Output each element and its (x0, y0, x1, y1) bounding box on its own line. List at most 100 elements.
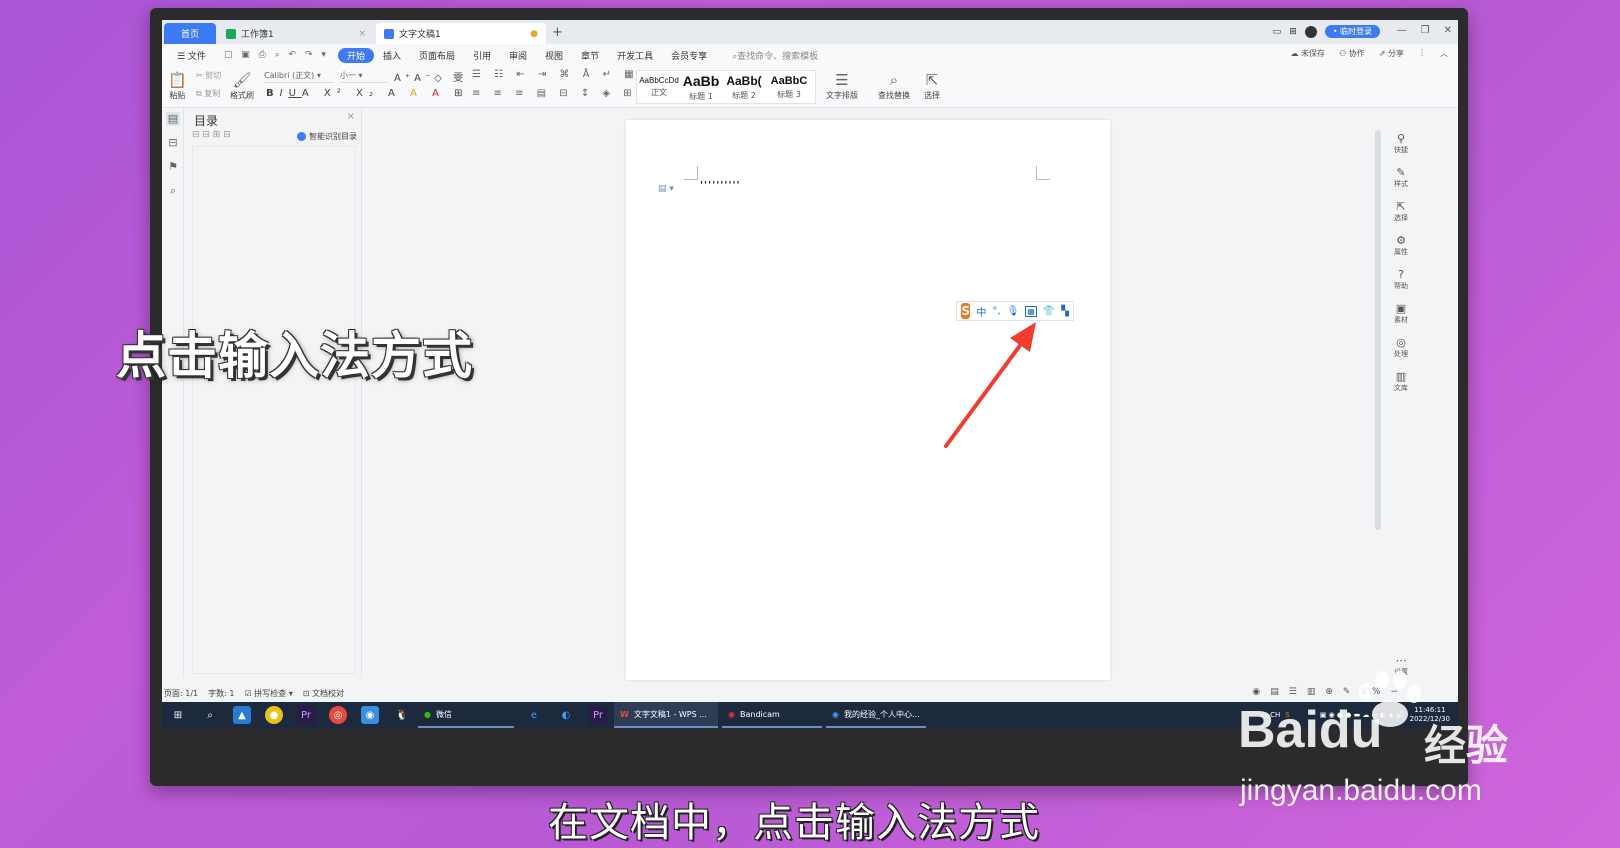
search-icon[interactable]: ⌕ (201, 706, 219, 724)
app-label: Bandicam (739, 709, 780, 719)
vertical-scrollbar[interactable] (1374, 116, 1382, 656)
menu-developer[interactable]: 开发工具 (608, 49, 662, 62)
font-size-tools[interactable]: A⁺A⁻◇ 雯 (394, 69, 467, 84)
copy-button[interactable]: ⧉ 复制 (196, 88, 220, 99)
close-icon[interactable]: × (347, 111, 355, 122)
panel-label: 文库 (1394, 384, 1408, 392)
web-view-icon[interactable]: ⊕ (1325, 687, 1333, 697)
collaborate-button[interactable]: ⚇ 协作 (1339, 48, 1365, 59)
premiere-icon[interactable]: Pr (297, 706, 315, 724)
panel-properties[interactable]: ⚙ 属性 (1390, 234, 1412, 257)
menu-insert[interactable]: 插入 (374, 49, 410, 62)
panel-process[interactable]: ◎ 处理 (1390, 336, 1412, 359)
unsaved-button[interactable]: ☁ 未保存 (1290, 48, 1325, 59)
premiere-icon[interactable]: Pr (589, 706, 607, 724)
paste-button[interactable]: 📋 粘贴 (168, 70, 187, 101)
toc-icon[interactable]: ▤ (166, 112, 180, 126)
panel-library[interactable]: ▥ 文库 (1390, 370, 1412, 393)
panel-select[interactable]: ⇱ 选择 (1390, 200, 1412, 223)
search-icon[interactable]: ⌕ (166, 184, 180, 198)
spell-check-button[interactable]: ☑ 拼写检查 ▾ (244, 688, 292, 699)
taskbar-wps[interactable]: W 文字文稿1 - WPS ... (614, 702, 718, 728)
style-heading-3[interactable]: AaBbC 标题 3 (766, 70, 812, 104)
tab-label: 工作簿1 (241, 30, 274, 40)
close-window-icon[interactable]: ✕ (1444, 25, 1452, 36)
more-icon[interactable]: ⋮ (1418, 48, 1426, 59)
font-size-select[interactable]: 小一 ▾ (340, 70, 388, 83)
command-search[interactable]: ⌕查找命令、搜索模板 (732, 49, 818, 62)
taskbar-bandicam[interactable]: ◉ Bandicam (722, 702, 822, 728)
layout-icon[interactable]: ▭ (1273, 27, 1282, 37)
format-painter-label: 格式刷 (230, 91, 254, 100)
style-heading-2[interactable]: AaBb( 标题 2 (722, 70, 766, 104)
pen-icon[interactable]: ✎ (1343, 687, 1351, 697)
proofread-button[interactable]: ⊡ 文档校对 (303, 688, 344, 699)
smart-toc-button[interactable]: 智能识别目录 (297, 131, 357, 142)
toc-tools[interactable]: ⊟ ⊟ ⊞ ⊟ (192, 130, 231, 140)
chrome-icon[interactable]: ◎ (329, 706, 347, 724)
document-text[interactable]: '''''''''' (700, 180, 741, 191)
eye-icon[interactable]: ◉ (1252, 687, 1260, 697)
align-tools[interactable]: ≡ ≡ ≡ ▤ ⊟ ↕ ◈ ⊞ (472, 88, 637, 99)
taskbar-browser[interactable]: ◉ 我的经验_个人中心... (826, 702, 926, 728)
font-format-tools[interactable]: BIUA X² X₂ A A A ⊞ (266, 88, 468, 99)
outline-view-icon[interactable]: ☰ (1289, 687, 1297, 697)
taskbar-wechat[interactable]: ● 微信 (418, 702, 514, 728)
select-button[interactable]: ⇱ 选择 (924, 70, 940, 101)
login-button[interactable]: • 临时登录 (1324, 25, 1380, 38)
grid-icon[interactable]: ⊞ (1289, 27, 1297, 37)
panel-style[interactable]: ✎ 样式 (1390, 166, 1412, 189)
panel-label: 选择 (1394, 214, 1408, 222)
close-icon[interactable]: × (358, 29, 366, 39)
browser-icon[interactable]: ◉ (361, 706, 379, 724)
panel-label: 处理 (1394, 350, 1408, 358)
cut-button[interactable]: ✂ 剪切 (196, 70, 221, 81)
find-replace-button[interactable]: ⌕ 查找替换 (878, 70, 910, 101)
font-name-select[interactable]: Calibri (正文) ▾ (264, 70, 334, 83)
page-view-icon[interactable]: ▤ (1270, 687, 1279, 697)
panel-material[interactable]: ▣ 素材 (1390, 302, 1412, 325)
windows-start-icon[interactable]: ⊞ (169, 706, 187, 724)
style-normal[interactable]: AaBbCcDd 正文 (638, 70, 680, 104)
format-painter-button[interactable]: 🖌 格式刷 (230, 70, 254, 101)
paragraph-icon[interactable]: ▤ ▾ (658, 184, 674, 194)
add-tab-button[interactable]: + (552, 25, 563, 40)
file-menu[interactable]: ☰ 文件 (168, 49, 215, 62)
panel-quick[interactable]: ⚲ 快捷 (1390, 132, 1412, 155)
menu-member[interactable]: 会员专享 (662, 49, 716, 62)
share-button[interactable]: ⇗ 分享 (1379, 48, 1404, 59)
edge-icon[interactable]: e (525, 706, 543, 724)
restore-icon[interactable]: ❐ (1421, 25, 1430, 36)
tab-workbook[interactable]: 工作簿1 × (218, 23, 374, 44)
word-count[interactable]: 字数: 1 (208, 688, 234, 699)
text-layout-button[interactable]: ☰ 文字排版 (826, 70, 858, 101)
scroll-thumb[interactable] (1375, 130, 1381, 530)
collapse-ribbon-icon[interactable]: ︿ (1440, 48, 1448, 59)
image-icon: ▣ (1395, 302, 1407, 315)
app-icon[interactable]: ● (265, 706, 283, 724)
menu-home[interactable]: 开始 (337, 47, 374, 63)
tab-document[interactable]: 文字文稿1 ● (376, 23, 546, 44)
menu-view[interactable]: 视图 (536, 49, 572, 62)
panel-help[interactable]: ? 帮助 (1390, 268, 1412, 291)
edge-new-icon[interactable]: ◐ (557, 706, 575, 724)
menu-chapter[interactable]: 章节 (572, 49, 608, 62)
read-view-icon[interactable]: ▥ (1307, 687, 1316, 697)
toolbox-icon[interactable]: ▚ (1061, 306, 1069, 317)
list-tools[interactable]: ☰ ☷ ⇤ ⇥ ⌘ Å ↵ ▦ (472, 69, 639, 80)
menu-right: ☁ 未保存 ⚇ 协作 ⇗ 分享 ⋮ ︿ (1290, 48, 1448, 59)
tab-home[interactable]: 首页 (164, 23, 216, 44)
quick-access-icons[interactable]: ▢ ▣ ⎙ ⌕ ↶ ↷ ▾ (215, 50, 338, 60)
avatar[interactable] (1304, 25, 1317, 38)
menu-page-layout[interactable]: 页面布局 (410, 49, 464, 62)
menu-review[interactable]: 审阅 (500, 49, 536, 62)
menu-references[interactable]: 引用 (464, 49, 500, 62)
minimize-icon[interactable]: — (1397, 25, 1407, 36)
qq-icon[interactable]: 🐧 (393, 706, 411, 724)
titlebar-tools: ▭ ⊞ • 临时登录 (1273, 25, 1380, 38)
chapter-icon[interactable]: ⊟ (166, 136, 180, 150)
style-sample: AaBb (682, 72, 720, 89)
photos-icon[interactable]: ▲ (233, 706, 251, 724)
style-heading-1[interactable]: AaBb 标题 1 (680, 70, 722, 104)
bookmark-icon[interactable]: ⚑ (166, 160, 180, 174)
